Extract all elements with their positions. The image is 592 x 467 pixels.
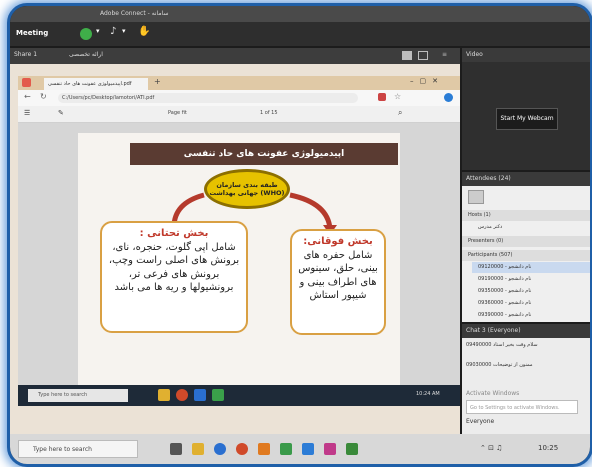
chat-message: سلام وقت بخیر استاد 09490000 xyxy=(466,342,538,348)
chat-input[interactable]: Go to Settings to activate Windows. xyxy=(466,400,578,414)
window-title: Adobe Connect - سامانه xyxy=(100,10,169,17)
chat-audience-selector[interactable]: Everyone xyxy=(466,418,494,425)
profile-icon[interactable] xyxy=(444,93,453,102)
lower-box-body: شامل اپی گلوت، حنجره، نای، برونش های اصل… xyxy=(108,241,240,294)
attendee-row[interactable]: 09120000 - نام دانشجو xyxy=(472,262,590,273)
system-tray-icons[interactable]: ⌃ ⊡ ♫ xyxy=(480,444,502,452)
inner-taskbar-app-icon[interactable] xyxy=(212,389,224,401)
taskbar-app-icon[interactable] xyxy=(280,443,292,455)
page-counter[interactable]: 1 of 15 xyxy=(260,110,278,116)
zoom-select[interactable]: Page fit xyxy=(168,110,187,116)
mic-dropdown-icon[interactable]: ▾ xyxy=(122,27,126,35)
window-controls[interactable]: –▢✕ xyxy=(410,77,444,85)
url-input[interactable]: C:/Users/pc/Desktop/lamotori/ATI.pdf xyxy=(58,93,358,103)
chat-pod-header: Chat 3 (Everyone) xyxy=(462,324,590,338)
share-pod-header: Share 1 ارائه تخصصی ≡ xyxy=(10,48,460,64)
back-icon[interactable]: ← xyxy=(24,92,31,101)
host-taskbar-search[interactable]: Type here to search xyxy=(18,440,138,458)
browser-app-icon[interactable] xyxy=(22,78,31,87)
meeting-menubar: Meeting ▾ ♪ ▾ ✋ xyxy=(10,22,590,46)
inner-taskbar-search[interactable]: Type here to search xyxy=(28,389,128,402)
share-pod-title: Share 1 xyxy=(14,51,38,58)
contents-icon[interactable]: ☰ xyxy=(24,109,30,117)
browser-tabbar: اپیدمیولوژی عفونت های حاد تنفسی.pdf + –▢… xyxy=(18,76,460,90)
favorites-icon[interactable]: ☆ xyxy=(394,92,401,101)
new-tab-button[interactable]: + xyxy=(154,77,161,86)
attendee-row[interactable]: دکتر مدرس xyxy=(472,222,590,233)
attendees-pod-title: Attendees (24) xyxy=(466,175,511,182)
lower-box-heading: بخش تحتانی : xyxy=(139,228,209,239)
pdf-toolbar: ☰ ✎ Page fit 1 of 15 ⌕ xyxy=(18,106,460,123)
audio-dropdown-icon[interactable]: ▾ xyxy=(96,27,100,35)
slide-upper-box: بخش فوقانی: شامل حفره های بینی، حلق، سین… xyxy=(290,229,386,335)
draw-icon[interactable]: ✎ xyxy=(58,109,64,117)
screenshot-frame: Adobe Connect - سامانه Meeting ▾ ♪ ▾ ✋ S… xyxy=(7,3,592,467)
inner-windows-taskbar: Type here to search 10:24 AM xyxy=(18,385,460,406)
attendees-view-toggle[interactable] xyxy=(468,190,484,204)
pod-menu-icon[interactable]: ≡ xyxy=(442,48,447,62)
window-titlebar: Adobe Connect - سامانه xyxy=(10,6,590,22)
microphone-icon[interactable]: ♪ xyxy=(110,26,116,37)
pdf-page-slide: اپیدمیولوژی عفونت های حاد تنفسی طبقه بند… xyxy=(78,133,400,385)
attendee-row[interactable]: 09390000 - نام دانشجو xyxy=(472,310,590,321)
inner-search-text: Type here to search xyxy=(38,392,88,398)
pdf-viewer: اپیدمیولوژی عفونت های حاد تنفسی طبقه بند… xyxy=(18,123,460,385)
address-bar-row: ← ↻ C:/Users/pc/Desktop/lamotori/ATI.pdf… xyxy=(18,90,460,106)
taskbar-app-icon[interactable] xyxy=(214,443,226,455)
taskbar-app-icon[interactable] xyxy=(346,443,358,455)
attendee-row[interactable]: 09350000 - نام دانشجو xyxy=(472,286,590,297)
browser-tab[interactable]: اپیدمیولوژی عفونت های حاد تنفسی.pdf xyxy=(44,78,148,90)
attendee-row[interactable]: 09360000 - نام دانشجو xyxy=(472,298,590,309)
attendees-pod: Hosts (1) دکتر مدرس Presenters (0) Parti… xyxy=(462,186,590,322)
taskbar-app-icon[interactable] xyxy=(302,443,314,455)
attendees-pod-header: Attendees (24) xyxy=(462,172,590,186)
chat-pod-title: Chat 3 (Everyone) xyxy=(466,327,521,334)
taskbar-app-icon[interactable] xyxy=(258,443,270,455)
upper-box-heading: بخش فوقانی: xyxy=(303,236,373,247)
start-webcam-button[interactable]: Start My Webcam xyxy=(496,108,558,130)
hosts-group[interactable]: Hosts (1) xyxy=(462,210,590,221)
chat-message: ممنون از توضیحات 09030000 xyxy=(466,362,533,368)
windows-activation-sub: Go to Settings to activate Windows. xyxy=(470,405,560,411)
inner-taskbar-app-icon[interactable] xyxy=(194,389,206,401)
inner-taskbar-app-icon[interactable] xyxy=(158,389,170,401)
url-text: C:/Users/pc/Desktop/lamotori/ATI.pdf xyxy=(62,95,155,101)
taskbar-app-icon[interactable] xyxy=(192,443,204,455)
pdf-browser-window: اپیدمیولوژی عفونت های حاد تنفسی.pdf + –▢… xyxy=(18,76,460,406)
video-pod: Start My Webcam xyxy=(462,62,590,170)
chat-pod: سلام وقت بخیر استاد 09490000 ممنون از تو… xyxy=(462,338,590,434)
windows-activation-notice: Activate Windows xyxy=(466,390,520,397)
slide-lower-box: بخش تحتانی : شامل اپی گلوت، حنجره، نای، … xyxy=(100,221,248,333)
raise-hand-icon[interactable]: ✋ xyxy=(138,26,150,37)
host-windows-taskbar: Type here to search ⌃ ⊡ ♫ 10:25 xyxy=(10,434,590,464)
taskbar-app-icon[interactable] xyxy=(236,443,248,455)
attendee-row[interactable]: 09190000 - نام دانشجو xyxy=(472,274,590,285)
search-pdf-icon[interactable]: ⌕ xyxy=(398,108,402,118)
inner-taskbar-app-icon[interactable] xyxy=(176,389,188,401)
meeting-menu[interactable]: Meeting xyxy=(16,29,48,37)
taskbar-app-icon[interactable] xyxy=(170,443,182,455)
refresh-icon[interactable]: ↻ xyxy=(40,92,47,101)
video-pod-header: Video xyxy=(462,48,590,62)
audio-icon[interactable] xyxy=(80,28,92,40)
extensions-icon[interactable] xyxy=(378,93,386,101)
taskbar-app-icon[interactable] xyxy=(324,443,336,455)
video-pod-title: Video xyxy=(466,51,483,58)
participants-group[interactable]: Participants (507) xyxy=(462,250,590,261)
browser-tab-label: اپیدمیولوژی عفونت های حاد تنفسی.pdf xyxy=(48,81,132,87)
presenters-group[interactable]: Presenters (0) xyxy=(462,236,590,247)
host-taskbar-clock: 10:25 xyxy=(538,444,559,452)
layout-icon[interactable] xyxy=(402,51,412,60)
upper-box-body: شامل حفره های بینی، حلق، سینوس های اطراف… xyxy=(298,249,378,302)
share-pod-subtitle: ارائه تخصصی xyxy=(68,51,103,58)
host-search-text: Type here to search xyxy=(33,446,92,453)
inner-taskbar-clock: 10:24 AM xyxy=(416,391,440,397)
fullscreen-icon[interactable] xyxy=(418,51,428,60)
